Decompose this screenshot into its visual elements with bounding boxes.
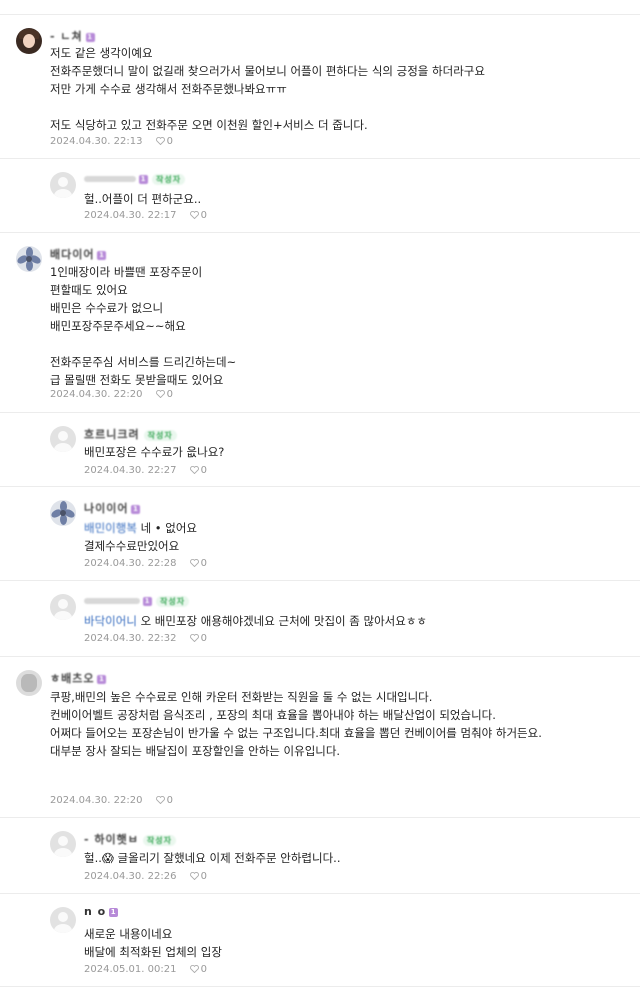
mention[interactable]: 바닥이어니 bbox=[84, 614, 137, 628]
divider bbox=[0, 158, 640, 159]
author-badge: 작성자 bbox=[142, 834, 176, 846]
heart-icon bbox=[155, 137, 165, 145]
heart-icon bbox=[189, 211, 199, 219]
comment-body: 새로운 내용이네요 배달에 최적화된 업체의 입장 bbox=[84, 927, 222, 959]
avatar[interactable] bbox=[16, 28, 42, 54]
heart-icon bbox=[155, 390, 165, 398]
timestamp: 2024.05.01. 00:21 bbox=[84, 964, 177, 975]
author-badge: 작성자 bbox=[143, 429, 177, 441]
timestamp: 2024.04.30. 22:20 bbox=[50, 795, 143, 806]
comment-body: 헐..어플이 더 편하군요.. bbox=[84, 192, 202, 206]
divider bbox=[0, 232, 640, 233]
comment-meta: 2024.04.30. 22:17 0 bbox=[84, 210, 207, 221]
like-button[interactable]: 0 bbox=[189, 964, 207, 975]
nickname[interactable]: 나이이어 1 bbox=[84, 500, 141, 516]
comment-meta: 2024.04.30. 22:32 0 bbox=[84, 633, 207, 644]
avatar[interactable] bbox=[50, 172, 76, 198]
divider bbox=[0, 412, 640, 413]
nickname[interactable]: - ㄴ쳐 1 bbox=[50, 28, 95, 44]
avatar[interactable] bbox=[16, 670, 42, 696]
heart-icon bbox=[189, 466, 199, 474]
avatar[interactable] bbox=[16, 246, 42, 272]
avatar[interactable] bbox=[50, 500, 76, 526]
comment-meta: 2024.04.30. 22:20 0 bbox=[50, 389, 173, 400]
like-button[interactable]: 0 bbox=[155, 136, 173, 147]
author-badge: 작성자 bbox=[152, 173, 186, 185]
comment-body: 헐..😱 글올리기 잘했네요 이제 전화주문 안하렵니다.. bbox=[84, 851, 341, 865]
comment-body: 배민이행복 네 • 없어요 결제수수료만있어요 bbox=[84, 521, 197, 553]
timestamp: 2024.04.30. 22:20 bbox=[50, 389, 143, 400]
timestamp: 2024.04.30. 22:32 bbox=[84, 633, 177, 644]
comment-meta: 2024.04.30. 22:27 0 bbox=[84, 465, 207, 476]
heart-icon bbox=[189, 559, 199, 567]
like-button[interactable]: 0 bbox=[189, 633, 207, 644]
like-button[interactable]: 0 bbox=[189, 871, 207, 882]
timestamp: 2024.04.30. 22:27 bbox=[84, 465, 177, 476]
divider bbox=[0, 14, 640, 15]
timestamp: 2024.04.30. 22:26 bbox=[84, 871, 177, 882]
nickname[interactable]: 흐르니크려 작성자 bbox=[84, 426, 177, 442]
like-button[interactable]: 0 bbox=[189, 210, 207, 221]
divider bbox=[0, 656, 640, 657]
comment-body: 바닥이어니 오 배민포장 애용해야겠네요 근처에 맛집이 좀 많아서요ㅎㅎ bbox=[84, 614, 427, 628]
divider bbox=[0, 486, 640, 487]
previous-comment-remnant bbox=[0, 0, 640, 6]
comment-meta: 2024.04.30. 22:26 0 bbox=[84, 871, 207, 882]
avatar[interactable] bbox=[50, 831, 76, 857]
nickname[interactable]: - 하이햇ㅂ 작성자 bbox=[84, 831, 176, 847]
avatar[interactable] bbox=[50, 426, 76, 452]
divider bbox=[0, 893, 640, 894]
divider bbox=[0, 986, 640, 987]
like-button[interactable]: 0 bbox=[155, 795, 173, 806]
divider bbox=[0, 817, 640, 818]
comment-body: 쿠팡,배민의 높은 수수료로 인해 카운터 전화받는 직원을 둘 수 없는 시대… bbox=[50, 690, 542, 758]
comment-meta: 2024.04.30. 22:28 0 bbox=[84, 558, 207, 569]
mention[interactable]: 배민이행복 bbox=[84, 521, 137, 535]
heart-icon bbox=[189, 965, 199, 973]
nickname[interactable]: n o1 bbox=[84, 905, 119, 918]
like-button[interactable]: 0 bbox=[155, 389, 173, 400]
heart-icon bbox=[189, 872, 199, 880]
comment-body: 저도 같은 생각이예요 전화주문했더니 말이 없길래 찾으러가서 물어보니 어플… bbox=[50, 46, 485, 132]
comment-body: 1인매장이라 바쁠땐 포장주문이 편할때도 있어요 배민은 수수료가 없으니 배… bbox=[50, 265, 237, 387]
comment-meta: 2024.04.30. 22:13 0 bbox=[50, 136, 173, 147]
avatar[interactable] bbox=[50, 907, 76, 933]
timestamp: 2024.04.30. 22:13 bbox=[50, 136, 143, 147]
heart-icon bbox=[189, 634, 199, 642]
comment-meta: 2024.04.30. 22:20 0 bbox=[50, 795, 173, 806]
timestamp: 2024.04.30. 22:17 bbox=[84, 210, 177, 221]
avatar[interactable] bbox=[50, 594, 76, 620]
nickname[interactable]: 배다이어 1 bbox=[50, 246, 107, 262]
timestamp: 2024.04.30. 22:28 bbox=[84, 558, 177, 569]
heart-icon bbox=[155, 796, 165, 804]
like-button[interactable]: 0 bbox=[189, 465, 207, 476]
divider bbox=[0, 580, 640, 581]
author-badge: 작성자 bbox=[156, 595, 190, 607]
nickname[interactable]: 1 작성자 bbox=[84, 172, 186, 185]
comment-body: 배민포장은 수수료가 읎나요? bbox=[84, 445, 225, 459]
comment-meta: 2024.05.01. 00:21 0 bbox=[84, 964, 207, 975]
nickname[interactable]: 1 작성자 bbox=[84, 594, 190, 607]
like-button[interactable]: 0 bbox=[189, 558, 207, 569]
nickname[interactable]: ㅎ배츠오 1 bbox=[50, 670, 107, 686]
